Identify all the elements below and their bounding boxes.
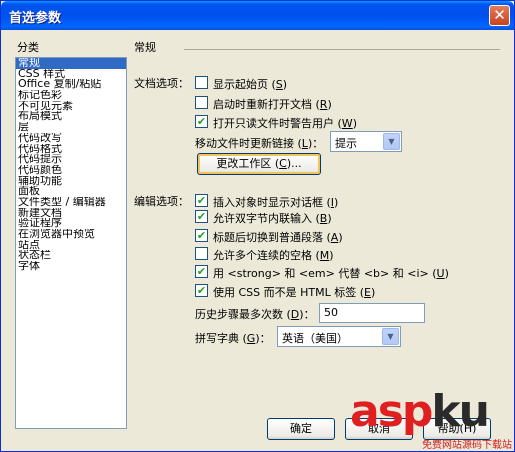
- sidebar-item[interactable]: 验证程序: [16, 218, 126, 229]
- edit-option-label: 允许多个连续的空格 (M): [213, 249, 334, 262]
- title-bar[interactable]: 首选参数 ✕: [1, 1, 514, 30]
- reopen-docs-label: 启动时重新打开文档 (R): [213, 98, 332, 111]
- show-start-page-label: 显示起始页 (S): [213, 78, 288, 91]
- edit-option-label: 允许双字节内联输入 (B): [213, 212, 332, 225]
- sidebar-item[interactable]: 不可见元素: [16, 101, 126, 112]
- chevron-down-icon[interactable]: ▼: [383, 133, 400, 150]
- spelling-dict-label: 拼写字典 (G)：: [195, 332, 271, 345]
- window-title: 首选参数: [9, 11, 62, 26]
- history-steps-input[interactable]: 50: [319, 303, 425, 323]
- sidebar-item[interactable]: 状态栏: [16, 250, 126, 261]
- sidebar-item[interactable]: 常规: [16, 58, 126, 69]
- sidebar-item[interactable]: CSS 样式: [16, 69, 126, 80]
- ok-button[interactable]: 确定: [267, 418, 335, 440]
- warn-readonly-label: 打开只读文件时警告用户 (W): [213, 117, 357, 130]
- edit-option-label: 标题后切换到普通段落 (A): [213, 231, 343, 244]
- warn-readonly-checkbox[interactable]: ✔: [195, 115, 208, 128]
- sidebar-item[interactable]: 代码颜色: [16, 165, 126, 176]
- doc-options-label: 文档选项：: [134, 77, 189, 90]
- edit-option-label: 使用 CSS 而不是 HTML 标签 (E): [213, 286, 376, 299]
- change-workspace-button[interactable]: 更改工作区 (C)...: [197, 153, 321, 175]
- sidebar-item[interactable]: 层: [16, 122, 126, 133]
- edit-option-checkbox[interactable]: ✔: [195, 265, 208, 278]
- update-links-value: 提示: [335, 137, 357, 150]
- preferences-dialog: 首选参数 ✕ 分类 常规 CSS 样式 Office 复制/粘贴 标记色彩 不可见元素布…: [0, 0, 515, 452]
- category-list[interactable]: 常规 CSS 样式 Office 复制/粘贴 标记色彩 不可见元素 布局模式层代码改写 代码…: [15, 57, 127, 429]
- history-steps-label: 历史步骤最多次数 (D)：: [195, 308, 315, 321]
- edit-option-checkbox[interactable]: [195, 247, 208, 260]
- sidebar-item[interactable]: Office 复制/粘贴: [16, 79, 126, 90]
- sidebar-item[interactable]: 辅助功能: [16, 176, 126, 187]
- section-title: 常规: [134, 41, 156, 54]
- edit-option-checkbox[interactable]: ✔: [195, 229, 208, 242]
- edit-option-label: 用 <strong> 和 <em> 代替 <b> 和 <i> (U): [213, 267, 449, 280]
- sidebar-item[interactable]: 代码提示: [16, 154, 126, 165]
- section-divider: [184, 49, 500, 50]
- sidebar-item[interactable]: 字体: [16, 261, 126, 272]
- sidebar-item[interactable]: 代码改写: [16, 133, 126, 144]
- update-links-select[interactable]: 提示 ▼: [330, 131, 402, 152]
- chevron-down-icon[interactable]: ▼: [382, 328, 399, 345]
- sidebar-item[interactable]: 文件类型 / 编辑器: [16, 197, 126, 208]
- show-start-page-checkbox[interactable]: [195, 76, 208, 89]
- edit-option-checkbox[interactable]: ✔: [195, 210, 208, 223]
- sidebar-item[interactable]: 新建文档: [16, 208, 126, 219]
- watermark-logo: aspku: [350, 386, 490, 437]
- sidebar-item[interactable]: 代码格式: [16, 144, 126, 155]
- category-heading: 分类: [17, 41, 39, 54]
- edit-option-label: 插入对象时显示对话框 (I): [213, 196, 339, 209]
- edit-options-label: 编辑选项：: [134, 195, 189, 208]
- sidebar-item[interactable]: 标记色彩: [16, 90, 126, 101]
- sidebar-item[interactable]: 布局模式: [16, 111, 126, 122]
- sidebar-item[interactable]: 面板: [16, 186, 126, 197]
- spelling-dict-select[interactable]: 英语（美国） ▼: [277, 326, 401, 347]
- sidebar-item[interactable]: 在浏览器中预览: [16, 229, 126, 240]
- update-links-label: 移动文件时更新链接 (L)：: [195, 137, 324, 150]
- sidebar-item[interactable]: 站点: [16, 240, 126, 251]
- edit-option-checkbox[interactable]: ✔: [195, 194, 208, 207]
- watermark-tagline: 免费网站源码下载站: [422, 440, 512, 451]
- reopen-docs-checkbox[interactable]: [195, 96, 208, 109]
- close-icon[interactable]: ✕: [489, 5, 510, 26]
- spelling-dict-value: 英语（美国）: [282, 332, 348, 345]
- edit-option-checkbox[interactable]: ✔: [195, 284, 208, 297]
